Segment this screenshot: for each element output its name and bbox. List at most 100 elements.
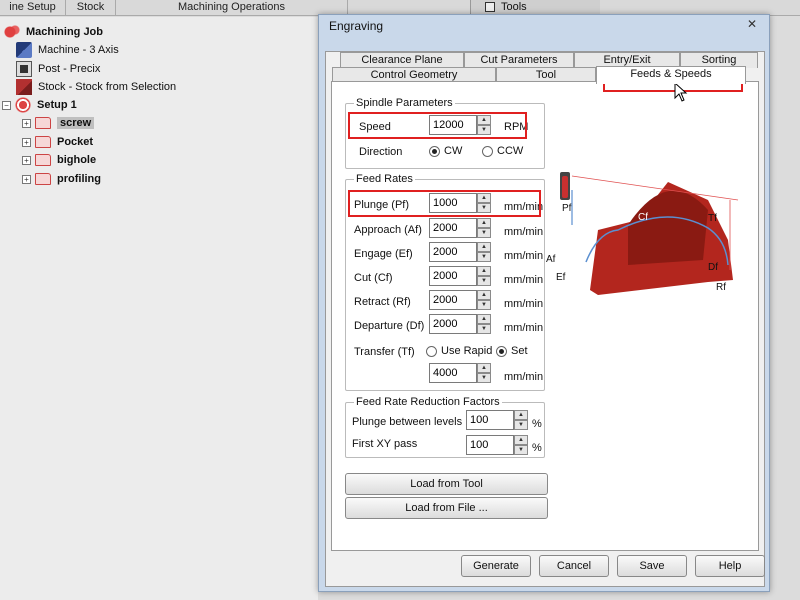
spin-up-icon[interactable]: ▲ bbox=[477, 363, 491, 373]
spindle-legend: Spindle Parameters bbox=[354, 97, 455, 109]
direction-cw-radio[interactable]: CW bbox=[429, 145, 462, 157]
spin-down-icon[interactable]: ▼ bbox=[477, 300, 491, 310]
expand-icon[interactable]: + bbox=[22, 118, 31, 128]
approach-input[interactable] bbox=[429, 218, 477, 238]
spin-up-icon[interactable]: ▲ bbox=[477, 218, 491, 228]
spin-down-icon[interactable]: ▼ bbox=[477, 373, 491, 383]
direction-ccw-radio[interactable]: CCW bbox=[482, 145, 523, 157]
tree-item-pocket[interactable]: + Pocket bbox=[22, 133, 93, 151]
spin-down-icon[interactable]: ▼ bbox=[514, 445, 528, 455]
help-button[interactable]: Help bbox=[695, 555, 765, 577]
retract-label: Retract (Rf) bbox=[354, 296, 411, 308]
approach-unit: mm/min bbox=[504, 226, 544, 238]
plunge-unit: mm/min bbox=[504, 201, 544, 213]
tree-item-profiling[interactable]: + profiling bbox=[22, 170, 101, 188]
machining-job-icon bbox=[4, 24, 20, 40]
cut-unit: mm/min bbox=[504, 274, 544, 286]
approach-stepper[interactable]: ▲▼ bbox=[429, 218, 491, 238]
load-from-file-button[interactable]: Load from File ... bbox=[345, 497, 548, 519]
load-from-tool-button[interactable]: Load from Tool bbox=[345, 473, 548, 495]
plunge-stepper[interactable]: ▲▼ bbox=[429, 193, 491, 213]
spin-down-icon[interactable]: ▼ bbox=[514, 420, 528, 430]
first-xy-pass-stepper[interactable]: ▲▼ bbox=[466, 435, 528, 455]
folder-icon bbox=[35, 136, 51, 148]
transfer-use-rapid-radio[interactable]: Use Rapid bbox=[426, 345, 492, 357]
tools-label: Tools bbox=[501, 1, 527, 13]
spin-up-icon[interactable]: ▲ bbox=[477, 266, 491, 276]
spin-up-icon[interactable]: ▲ bbox=[514, 435, 528, 445]
tab-clearance-plane[interactable]: Clearance Plane bbox=[340, 52, 464, 68]
plunge-between-levels-input[interactable] bbox=[466, 410, 514, 430]
setup-icon bbox=[15, 97, 31, 113]
tab-machine-setup[interactable]: ine Setup bbox=[0, 0, 66, 16]
cut-stepper[interactable]: ▲▼ bbox=[429, 266, 491, 286]
pf-label: Pf bbox=[562, 203, 572, 214]
feed-rates-legend: Feed Rates bbox=[354, 173, 415, 185]
tab-feeds-speeds[interactable]: Feeds & Speeds bbox=[596, 66, 746, 84]
tree-item-post[interactable]: Post - Precix bbox=[16, 60, 100, 78]
spin-up-icon[interactable]: ▲ bbox=[477, 290, 491, 300]
collapse-icon[interactable]: − bbox=[2, 100, 11, 110]
tab-cut-parameters[interactable]: Cut Parameters bbox=[464, 52, 574, 68]
plunge-between-levels-label: Plunge between levels bbox=[352, 416, 463, 428]
tree-item-bighole[interactable]: + bighole bbox=[22, 151, 96, 169]
transfer-unit: mm/min bbox=[504, 371, 544, 383]
transfer-input[interactable] bbox=[429, 363, 477, 383]
spin-up-icon[interactable]: ▲ bbox=[477, 193, 491, 203]
spin-down-icon[interactable]: ▼ bbox=[477, 324, 491, 334]
spin-down-icon[interactable]: ▼ bbox=[477, 252, 491, 262]
engage-input[interactable] bbox=[429, 242, 477, 262]
retract-stepper[interactable]: ▲▼ bbox=[429, 290, 491, 310]
retract-input[interactable] bbox=[429, 290, 477, 310]
departure-input[interactable] bbox=[429, 314, 477, 334]
close-icon[interactable]: ✕ bbox=[741, 17, 763, 33]
machining-tree: Machining Job Machine - 3 Axis Post - Pr… bbox=[0, 17, 318, 600]
speed-label: Speed bbox=[359, 121, 391, 133]
stock-dome bbox=[628, 190, 708, 265]
tab-stock[interactable]: Stock bbox=[66, 0, 116, 16]
departure-stepper[interactable]: ▲▼ bbox=[429, 314, 491, 334]
plunge-between-levels-stepper[interactable]: ▲▼ bbox=[466, 410, 528, 430]
folder-icon bbox=[35, 173, 51, 185]
rf-label: Rf bbox=[716, 282, 726, 293]
spin-up-icon[interactable]: ▲ bbox=[477, 115, 491, 125]
spin-down-icon[interactable]: ▼ bbox=[477, 228, 491, 238]
dialog-title: Engraving bbox=[329, 19, 384, 33]
stock-icon bbox=[16, 79, 32, 95]
spin-up-icon[interactable]: ▲ bbox=[477, 314, 491, 324]
speed-input[interactable] bbox=[429, 115, 477, 135]
expand-icon[interactable]: + bbox=[22, 174, 31, 184]
expand-icon[interactable]: + bbox=[22, 155, 31, 165]
rapid-path bbox=[571, 175, 739, 201]
departure-label: Departure (Df) bbox=[354, 320, 425, 332]
save-button[interactable]: Save bbox=[617, 555, 687, 577]
spin-up-icon[interactable]: ▲ bbox=[514, 410, 528, 420]
approach-label: Approach (Af) bbox=[354, 224, 422, 236]
af-label: Af bbox=[546, 254, 556, 265]
feed-rates-diagram: Pf Cf Tf Af Ef Df Rf bbox=[546, 170, 758, 350]
engage-stepper[interactable]: ▲▼ bbox=[429, 242, 491, 262]
spin-down-icon[interactable]: ▼ bbox=[477, 203, 491, 213]
tab-machining-operations[interactable]: Machining Operations bbox=[116, 0, 348, 16]
tree-item-screw[interactable]: + screw bbox=[22, 114, 95, 132]
spin-up-icon[interactable]: ▲ bbox=[477, 242, 491, 252]
plunge-input[interactable] bbox=[429, 193, 477, 213]
cut-input[interactable] bbox=[429, 266, 477, 286]
speed-stepper[interactable]: ▲▼ bbox=[429, 115, 491, 135]
expand-icon[interactable]: + bbox=[22, 137, 31, 147]
cf-label: Cf bbox=[638, 212, 648, 223]
transfer-set-radio[interactable]: Set bbox=[496, 345, 528, 357]
tree-item-machine[interactable]: Machine - 3 Axis bbox=[16, 41, 119, 59]
spin-down-icon[interactable]: ▼ bbox=[477, 276, 491, 286]
tree-item-machining-job[interactable]: Machining Job bbox=[4, 23, 103, 41]
first-xy-pass-input[interactable] bbox=[466, 435, 514, 455]
spin-down-icon[interactable]: ▼ bbox=[477, 125, 491, 135]
tree-item-setup-1[interactable]: − Setup 1 bbox=[2, 96, 77, 114]
transfer-stepper[interactable]: ▲▼ bbox=[429, 363, 491, 383]
post-processor-icon bbox=[16, 61, 32, 77]
feeds-speeds-page: Spindle Parameters Speed ▲▼ RPM Directio… bbox=[331, 81, 759, 551]
tree-item-stock[interactable]: Stock - Stock from Selection bbox=[16, 78, 176, 96]
tf-label: Tf bbox=[708, 213, 717, 224]
cancel-button[interactable]: Cancel bbox=[539, 555, 609, 577]
generate-button[interactable]: Generate bbox=[461, 555, 531, 577]
